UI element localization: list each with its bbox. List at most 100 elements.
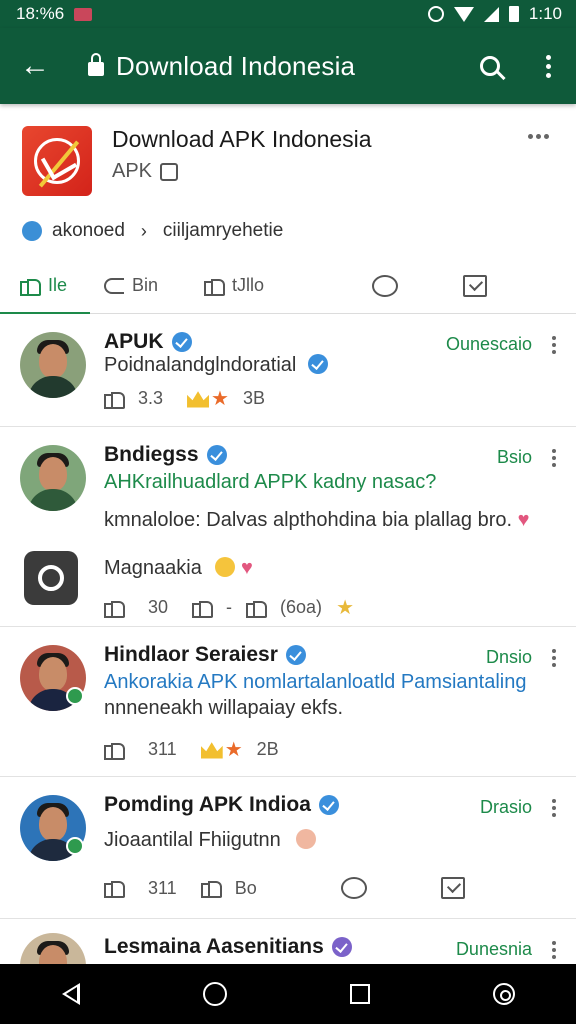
page-subtitle: APK <box>112 160 179 183</box>
like-button-icon[interactable] <box>104 740 125 760</box>
back-arrow-icon: ← <box>20 49 50 82</box>
sticker-icon: ♥ <box>517 509 530 531</box>
like-button-icon[interactable] <box>104 598 125 618</box>
thumbs-up-icon <box>20 276 41 296</box>
overflow-menu-button[interactable] <box>520 28 576 104</box>
like-count: 3.3 <box>138 388 164 408</box>
toolbar-title-area: Download Indonesia <box>70 51 460 82</box>
reply-icon <box>104 277 124 294</box>
tab-comments[interactable] <box>340 258 430 314</box>
more-vert-icon <box>552 799 556 803</box>
post-menu-button[interactable] <box>552 336 556 354</box>
like-button-icon[interactable] <box>104 389 125 409</box>
post-menu-button[interactable] <box>552 649 556 667</box>
feed-post[interactable]: APUK Ounescaio Poidnalandglndoratial 3.3… <box>0 314 576 427</box>
app-toolbar: ← Download Indonesia <box>0 28 576 104</box>
verified-icon <box>307 354 328 374</box>
tab-likes[interactable]: Ile <box>0 258 90 315</box>
post-text: Poidnalandglndoratial <box>104 354 328 377</box>
nav-back-icon[interactable] <box>61 983 80 1005</box>
page-title[interactable]: Download APK Indonesia <box>112 126 372 153</box>
tab-thumbs[interactable]: tJllo <box>190 258 340 314</box>
more-vert-icon <box>545 54 551 60</box>
more-horiz-icon <box>528 134 533 139</box>
heart-icon: ♥ <box>240 557 253 579</box>
page-more-button[interactable] <box>528 134 558 139</box>
post-actions: 3.3 ★ 3B <box>104 386 265 411</box>
thumbs-up-icon[interactable] <box>246 598 268 618</box>
post-author[interactable]: APUK <box>104 330 192 354</box>
avatar[interactable] <box>20 332 86 398</box>
post-menu-button[interactable] <box>552 449 556 467</box>
verified-icon <box>206 445 227 465</box>
avatar[interactable] <box>20 933 86 964</box>
post-author[interactable]: Bndiegss <box>104 443 227 467</box>
tab-reply[interactable]: Bin <box>90 258 190 314</box>
thumbs-up-icon <box>204 276 225 296</box>
lock-icon <box>88 53 104 76</box>
emoji-icon <box>296 829 317 849</box>
star-icon: ★ <box>211 388 229 410</box>
like-count: 311 <box>148 877 177 898</box>
post-actions: 311 ★ 2B <box>104 737 279 762</box>
toolbar-title: Download Indonesia <box>116 50 356 81</box>
app-icon[interactable] <box>24 551 78 605</box>
feed-post[interactable]: Pomding APK Indioa Drasio Jioaantilal Fh… <box>0 777 576 919</box>
reaction-count: 3B <box>242 388 265 408</box>
breadcrumb-item[interactable]: akonoed <box>52 220 125 242</box>
more-vert-icon <box>552 941 556 945</box>
more-vert-icon <box>552 449 556 453</box>
post-menu-button[interactable] <box>552 941 556 959</box>
verified-icon <box>171 332 192 352</box>
thumbs-up-icon[interactable] <box>192 598 214 618</box>
verified-icon <box>331 937 352 957</box>
crown-icon <box>200 742 223 759</box>
signal-icon <box>483 6 499 22</box>
tab-checkbox[interactable] <box>430 258 520 314</box>
post-actions: 311 Bo <box>104 877 484 899</box>
group-badge-icon <box>22 221 42 241</box>
post-actions: 30 - (6oa) ★ <box>104 595 354 620</box>
post-text: kmnaloloe: Dalvas alpthohdina bia plalla… <box>104 509 530 531</box>
reaction-summary[interactable]: ★ <box>200 737 243 762</box>
post-menu-button[interactable] <box>552 799 556 817</box>
comment-icon[interactable] <box>340 877 367 899</box>
checkbox-icon <box>463 274 487 297</box>
back-button[interactable]: ← <box>0 28 70 104</box>
status-bar: 18:%6 1:10 <box>0 0 576 28</box>
post-author[interactable]: Lesmaina Aasenitians <box>104 935 352 959</box>
tab-label: Bin <box>132 275 159 295</box>
avatar[interactable] <box>20 445 86 511</box>
emoji-icon <box>215 557 236 577</box>
tab-label: Ile <box>48 275 68 295</box>
like-button-icon[interactable] <box>104 878 125 898</box>
post-time: Dnsio <box>485 647 532 667</box>
post-text: AHKrailhuadlard APPK kadny nasac? <box>104 471 437 493</box>
nav-extra-icon[interactable] <box>492 983 515 1005</box>
status-right: 1:10 <box>427 4 562 24</box>
wifi-icon <box>453 6 474 22</box>
search-button[interactable] <box>460 28 520 104</box>
post-text: Magnaakia ♥ <box>104 557 253 579</box>
feed-post[interactable]: Bndiegss Bsio AHKrailhuadlard APPK kadny… <box>0 427 576 627</box>
thumbs-up-icon[interactable] <box>200 878 222 898</box>
reaction-summary[interactable]: ★ <box>187 386 229 411</box>
reaction-count: Bo <box>234 877 257 898</box>
post-author[interactable]: Pomding APK Indioa <box>104 793 339 817</box>
extra-count: (6oa) <box>280 597 323 617</box>
tab-label: tJllo <box>232 275 265 295</box>
checkbox-icon[interactable] <box>440 877 465 899</box>
post-text: Ankorakia APK nomlartalanloatld Pamsiant… <box>104 671 527 693</box>
online-badge-icon <box>66 837 84 855</box>
page-logo[interactable] <box>22 126 92 196</box>
alarm-icon <box>427 6 444 22</box>
breadcrumb-current[interactable]: ciiljamryehetie <box>163 220 283 242</box>
post-author[interactable]: Hindlaor Seraiesr <box>104 643 306 667</box>
nav-home-icon[interactable] <box>202 982 227 1006</box>
nav-recents-icon[interactable] <box>349 984 370 1004</box>
like-count: 311 <box>148 739 177 759</box>
feed-post[interactable]: Hindlaor Seraiesr Dnsio Ankorakia APK no… <box>0 627 576 777</box>
more-vert-icon <box>552 336 556 340</box>
like-page-icon[interactable] <box>160 162 179 181</box>
feed-post[interactable]: Lesmaina Aasenitians Dunesnia <box>0 919 576 964</box>
